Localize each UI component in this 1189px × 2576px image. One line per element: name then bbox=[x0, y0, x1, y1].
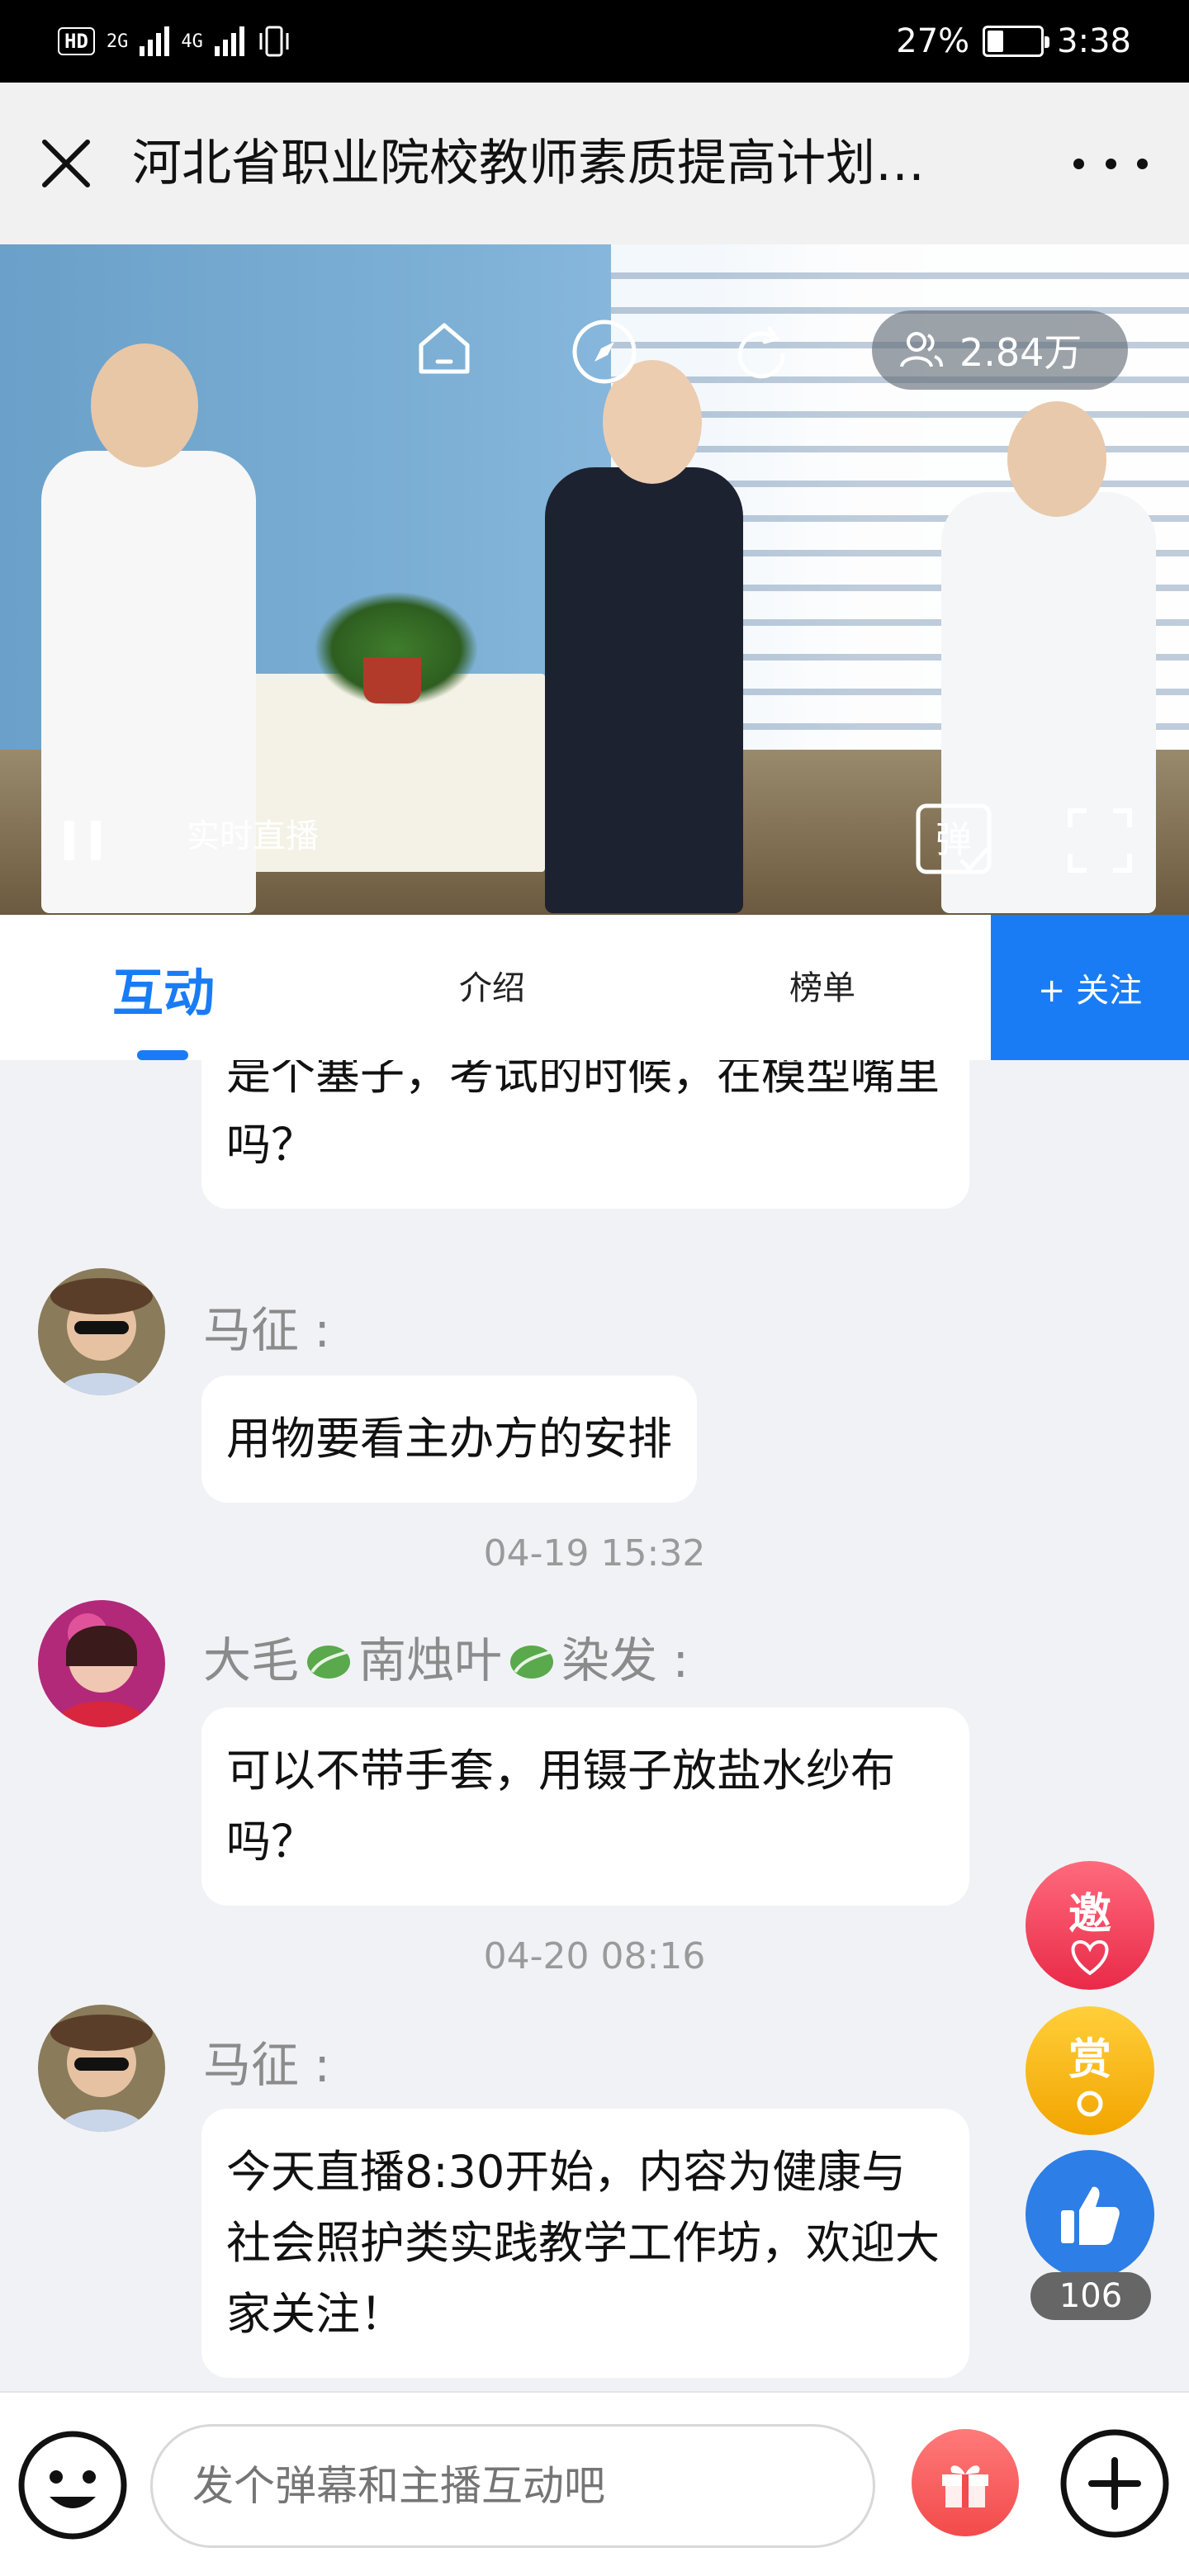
chat-timestamp: 04-20 08:16 bbox=[483, 1935, 706, 1977]
reward-label: 赏 bbox=[1068, 2035, 1111, 2085]
tab-rank[interactable]: 榜单 bbox=[789, 961, 855, 1009]
heart-icon bbox=[1071, 1939, 1109, 1976]
home-icon bbox=[419, 323, 470, 374]
viewer-count: 2.84万 bbox=[959, 330, 1082, 375]
tab-indicator bbox=[137, 1050, 188, 1060]
live-label: 实时直播 bbox=[187, 817, 319, 855]
chat-bubble: 可以不带手套，用镊子放盐水纱布吗？ bbox=[201, 1707, 969, 1906]
invite-button[interactable]: 邀 bbox=[1026, 1861, 1154, 1990]
tab-bar: 互动 介绍 榜单 + 关注 bbox=[0, 915, 1189, 1060]
battery-percent: 27% bbox=[896, 22, 970, 60]
viewer-count-badge[interactable]: 2.84万 bbox=[872, 310, 1128, 390]
video-player[interactable]: 2.84万 实时直播 弹 bbox=[0, 244, 1189, 915]
close-icon bbox=[42, 140, 90, 187]
thumbs-up-icon bbox=[1061, 2186, 1120, 2245]
fullscreen-icon bbox=[1068, 808, 1132, 873]
bottom-bar bbox=[0, 2391, 1189, 2576]
signal-icon bbox=[140, 26, 170, 56]
refresh-icon bbox=[737, 326, 785, 379]
chat-username: 大毛 南烛叶 染发 : bbox=[203, 1632, 689, 1688]
chat-bubble: 今天直播8:30开始，内容为健康与社会照护类实践教学工作坊，欢迎大家关注！ bbox=[201, 2109, 969, 2378]
home-button[interactable] bbox=[413, 317, 476, 380]
pause-button[interactable] bbox=[58, 816, 107, 865]
fullscreen-button[interactable] bbox=[1065, 806, 1135, 875]
chat-timestamp: 04-19 15:32 bbox=[483, 1532, 706, 1574]
hd-indicator: HD bbox=[58, 27, 95, 55]
more-button[interactable] bbox=[1073, 145, 1148, 182]
video-pot bbox=[363, 657, 421, 703]
title-bar: 河北省职业院校教师素质提高计划… bbox=[0, 83, 1189, 244]
more-icon bbox=[1073, 158, 1084, 169]
battery-icon bbox=[983, 26, 1050, 57]
emoji-button[interactable] bbox=[17, 2429, 129, 2541]
vibrate-icon bbox=[259, 26, 289, 57]
chat-text: 今天直播8:30开始，内容为健康与社会照护类实践教学工作坊，欢迎大家关注！ bbox=[226, 2146, 940, 2340]
gift-icon bbox=[942, 2465, 988, 2507]
follow-button[interactable]: + 关注 bbox=[991, 915, 1189, 1060]
tab-interact[interactable]: 互动 bbox=[112, 951, 215, 1025]
video-person-center bbox=[545, 467, 743, 913]
danmu-icon: 弹 bbox=[916, 803, 992, 874]
chat-text: 是个塞子，考试的时候，在模型嘴里吗？ bbox=[226, 1060, 940, 1171]
reward-button[interactable]: 赏 bbox=[1026, 2006, 1154, 2135]
compass-button[interactable] bbox=[570, 317, 639, 386]
leaf-icon bbox=[510, 1646, 554, 1679]
danmu-toggle-button[interactable]: 弹 bbox=[915, 803, 994, 878]
status-bar: HD 2G 4G 27% 3:38 bbox=[0, 0, 1189, 83]
page-title: 河北省职业院校教师素质提高计划… bbox=[132, 135, 925, 192]
svg-text:弹: 弹 bbox=[936, 819, 972, 861]
emoji-icon bbox=[18, 2431, 127, 2540]
network-2g-label: 2G bbox=[106, 31, 129, 52]
network-4g-label: 4G bbox=[181, 31, 203, 52]
signal-icon-2 bbox=[214, 26, 244, 56]
video-person-right-head bbox=[1007, 401, 1106, 517]
leaf-icon bbox=[307, 1646, 351, 1679]
plus-icon bbox=[1060, 2429, 1169, 2538]
battery-fill bbox=[988, 31, 1003, 52]
chat-bubble: 是个塞子，考试的时候，在模型嘴里吗？ bbox=[201, 1060, 969, 1209]
chat-username: 马征 : bbox=[203, 2037, 330, 2093]
pause-icon bbox=[64, 821, 101, 860]
clock: 3:38 bbox=[1057, 22, 1131, 60]
avatar[interactable] bbox=[38, 1268, 165, 1395]
like-count: 106 bbox=[1030, 2272, 1151, 2320]
viewers-icon bbox=[900, 332, 943, 367]
coin-icon bbox=[1077, 2091, 1103, 2117]
chat-bubble: 用物要看主办方的安排 bbox=[201, 1376, 697, 1503]
invite-label: 邀 bbox=[1068, 1890, 1111, 1939]
chat-list[interactable]: 是个塞子，考试的时候，在模型嘴里吗？ 马征 : 用物要看主办方的安排 04-19… bbox=[0, 1060, 1189, 2391]
compass-icon bbox=[572, 320, 637, 384]
chat-text: 用物要看主办方的安排 bbox=[226, 1413, 672, 1465]
tab-intro[interactable]: 介绍 bbox=[459, 961, 525, 1009]
close-button[interactable] bbox=[33, 130, 99, 197]
like-button[interactable] bbox=[1026, 2150, 1154, 2279]
video-person-left-head bbox=[91, 343, 198, 467]
chat-username: 马征 : bbox=[203, 1302, 330, 1358]
avatar[interactable] bbox=[38, 1600, 165, 1727]
avatar[interactable] bbox=[38, 2005, 165, 2132]
danmu-input[interactable] bbox=[150, 2424, 875, 2548]
gift-button[interactable] bbox=[912, 2429, 1019, 2536]
more-actions-button[interactable] bbox=[1057, 2426, 1172, 2541]
refresh-button[interactable] bbox=[727, 320, 796, 390]
chat-text: 可以不带手套，用镊子放盐水纱布吗？ bbox=[226, 1745, 895, 1868]
